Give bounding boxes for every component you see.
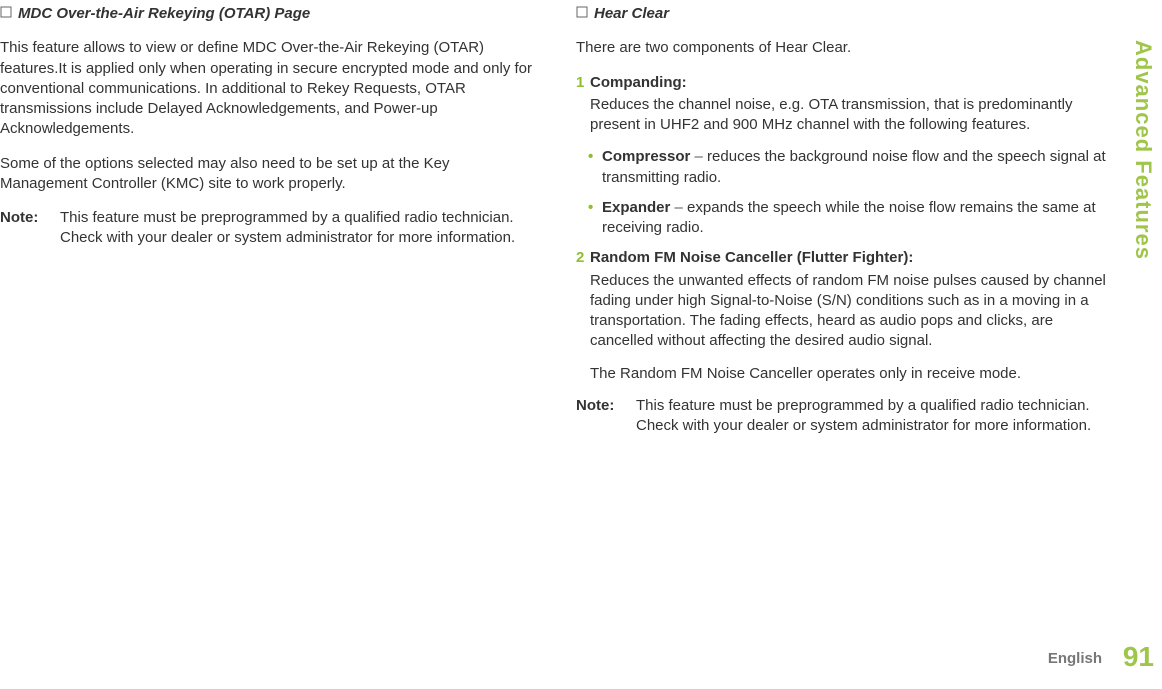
item-2-tail: The Random FM Noise Canceller operates o…	[590, 364, 1112, 384]
left-section-title: MDC Over-the-Air Rekeying (OTAR) Page	[0, 4, 536, 24]
left-title-text: MDC Over-the-Air Rekeying (OTAR) Page	[18, 5, 310, 22]
bullet-dot-icon: •	[588, 198, 602, 239]
item-2-body: Reduces the unwanted effects of random F…	[590, 271, 1112, 352]
left-paragraph-1: This feature allows to view or define MD…	[0, 38, 536, 139]
item-title: Random FM Noise Canceller (Flutter Fight…	[590, 248, 913, 268]
bullet-dot-icon: •	[588, 147, 602, 188]
bullet-expander: • Expander – expands the speech while th…	[588, 198, 1112, 239]
item-title: Companding:	[590, 73, 687, 93]
right-title-text: Hear Clear	[594, 5, 669, 22]
note-body: This feature must be preprogrammed by a …	[636, 396, 1112, 437]
item-number: 1	[576, 73, 590, 93]
item-1-body: Reduces the channel noise, e.g. OTA tran…	[590, 95, 1112, 136]
right-column: Hear Clear There are two components of H…	[576, 0, 1132, 689]
right-section-title: Hear Clear	[576, 4, 1112, 24]
list-item-1: 1 Companding: Reduces the channel noise,…	[576, 73, 1112, 239]
bullet-label: Compressor	[602, 148, 690, 165]
item-number: 2	[576, 248, 590, 268]
left-column: MDC Over-the-Air Rekeying (OTAR) Page Th…	[0, 0, 576, 689]
bullet-label: Expander	[602, 199, 670, 216]
page-number: 91	[1123, 641, 1154, 673]
square-icon	[0, 4, 12, 24]
item-1-heading: 1 Companding:	[576, 73, 1112, 93]
item-2-heading: 2 Random FM Noise Canceller (Flutter Fig…	[576, 248, 1112, 268]
bullet-dash: –	[670, 199, 687, 216]
note-label: Note:	[576, 396, 636, 437]
note-body: This feature must be preprogrammed by a …	[60, 208, 536, 249]
side-tab-label: Advanced Features	[1130, 40, 1156, 260]
square-icon	[576, 4, 588, 24]
bullet-dash: –	[690, 148, 707, 165]
left-note: Note: This feature must be preprogrammed…	[0, 208, 536, 249]
bullet-compressor: • Compressor – reduces the background no…	[588, 147, 1112, 188]
right-note: Note: This feature must be preprogrammed…	[576, 396, 1112, 437]
right-intro: There are two components of Hear Clear.	[576, 38, 1112, 58]
bullet-body: Compressor – reduces the background nois…	[602, 147, 1112, 188]
left-paragraph-2: Some of the options selected may also ne…	[0, 154, 536, 195]
bullet-body: Expander – expands the speech while the …	[602, 198, 1112, 239]
page: MDC Over-the-Air Rekeying (OTAR) Page Th…	[0, 0, 1162, 689]
note-label: Note:	[0, 208, 60, 249]
language-label: English	[1048, 650, 1102, 667]
list-item-2: 2 Random FM Noise Canceller (Flutter Fig…	[576, 248, 1112, 384]
